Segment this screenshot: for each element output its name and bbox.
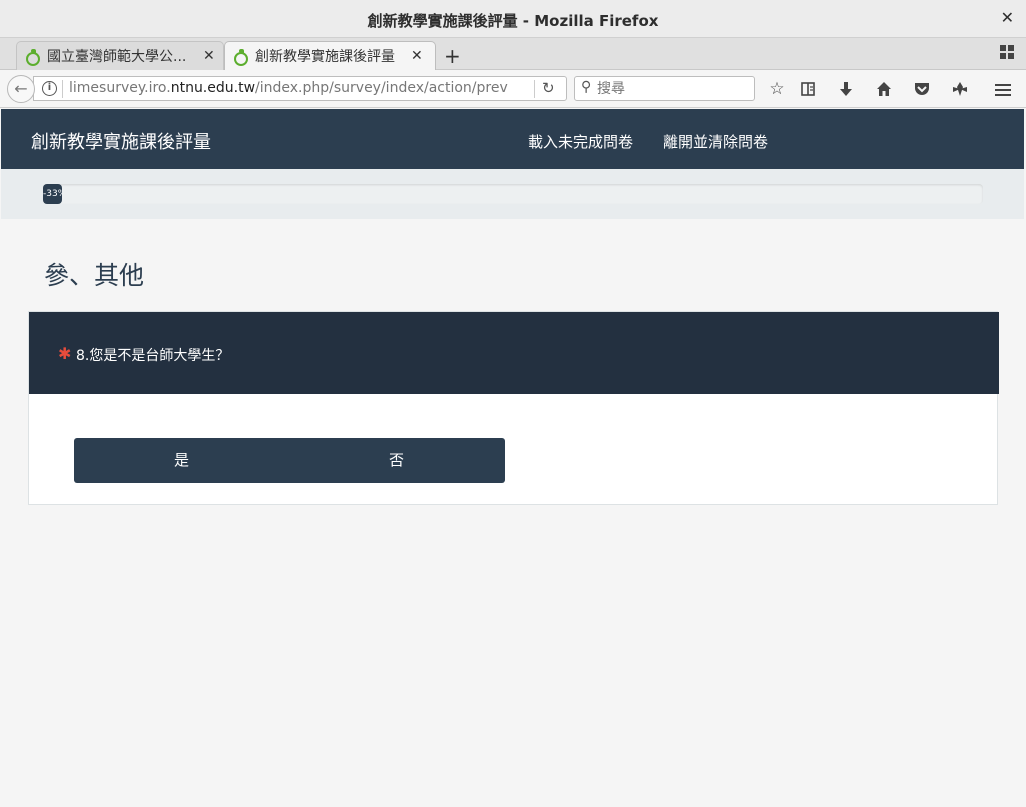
answer-no-button[interactable]: 否 bbox=[289, 438, 504, 483]
group-title: 參、其他 bbox=[44, 261, 145, 290]
progress-section: -33% bbox=[1, 169, 1024, 219]
required-asterisk-icon: ✱ bbox=[58, 344, 72, 363]
download-icon[interactable] bbox=[835, 78, 857, 100]
survey-header: 創新教學實施課後評量 載入未完成問卷 離開並清除問卷 bbox=[1, 109, 1024, 169]
window-title: 創新教學實施課後評量 - Mozilla Firefox bbox=[367, 12, 659, 30]
window-titlebar: 創新教學實施課後評量 - Mozilla Firefox ✕ bbox=[0, 0, 1026, 38]
reload-icon[interactable]: ↻ bbox=[542, 79, 555, 97]
limesurvey-favicon-icon bbox=[233, 49, 248, 66]
load-unfinished-link[interactable]: 載入未完成問卷 bbox=[528, 131, 633, 152]
back-button[interactable]: ← bbox=[7, 75, 35, 103]
yes-no-button-group: 是 否 bbox=[74, 438, 505, 483]
url-bar[interactable]: i limesurvey.iro.ntnu.edu.tw/index.php/s… bbox=[33, 76, 567, 101]
survey-title: 創新教學實施課後評量 bbox=[31, 132, 211, 153]
url-host-prefix: limesurvey.iro. bbox=[69, 80, 171, 96]
progress-fill: -33% bbox=[43, 184, 62, 204]
url-host-domain: ntnu.edu.tw bbox=[170, 80, 256, 96]
tab-label: 創新教學實施課後評量 bbox=[255, 49, 395, 65]
site-info-icon[interactable]: i bbox=[42, 81, 57, 96]
url-text[interactable]: limesurvey.iro.ntnu.edu.tw/index.php/sur… bbox=[69, 80, 509, 96]
search-bar[interactable]: ⚲ bbox=[574, 76, 755, 101]
tab-survey[interactable]: 創新教學實施課後評量 ✕ bbox=[224, 41, 436, 70]
new-tab-button[interactable]: + bbox=[444, 44, 461, 68]
question-container: ✱ 8.您是不是台師大學生？ 是 否 bbox=[28, 311, 999, 505]
answer-yes-button[interactable]: 是 bbox=[74, 438, 289, 483]
window-close-button[interactable]: ✕ bbox=[1001, 8, 1014, 27]
screenshot-icon[interactable] bbox=[949, 78, 971, 100]
limesurvey-favicon-icon bbox=[25, 49, 40, 66]
pocket-icon[interactable] bbox=[911, 78, 933, 100]
tab-strip: 國立臺灣師範大學公... ✕ 創新教學實施課後評量 ✕ bbox=[0, 38, 1026, 70]
question-text: 8.您是不是台師大學生？ bbox=[76, 348, 230, 364]
tab-label: 國立臺灣師範大學公... bbox=[47, 49, 187, 65]
tab-close-icon[interactable]: ✕ bbox=[203, 48, 215, 64]
progress-bar: -33% bbox=[43, 184, 983, 204]
bookmark-star-icon[interactable]: ☆ bbox=[766, 78, 788, 100]
home-icon[interactable] bbox=[873, 78, 895, 100]
tab-list-icon[interactable] bbox=[1000, 45, 1014, 59]
search-icon: ⚲ bbox=[581, 79, 592, 95]
search-input[interactable] bbox=[597, 79, 747, 98]
menu-icon[interactable] bbox=[992, 81, 1014, 103]
tab-close-icon[interactable]: ✕ bbox=[411, 48, 423, 64]
url-path: /index.php/survey/index/action/previewqu… bbox=[255, 80, 509, 96]
question-header: ✱ 8.您是不是台師大學生？ bbox=[29, 312, 999, 394]
bookmarks-library-icon[interactable] bbox=[797, 78, 819, 100]
navigation-toolbar: i limesurvey.iro.ntnu.edu.tw/index.php/s… bbox=[0, 70, 1026, 108]
exit-clear-link[interactable]: 離開並清除問卷 bbox=[663, 131, 768, 152]
tab-ntnu[interactable]: 國立臺灣師範大學公... ✕ bbox=[16, 41, 224, 70]
